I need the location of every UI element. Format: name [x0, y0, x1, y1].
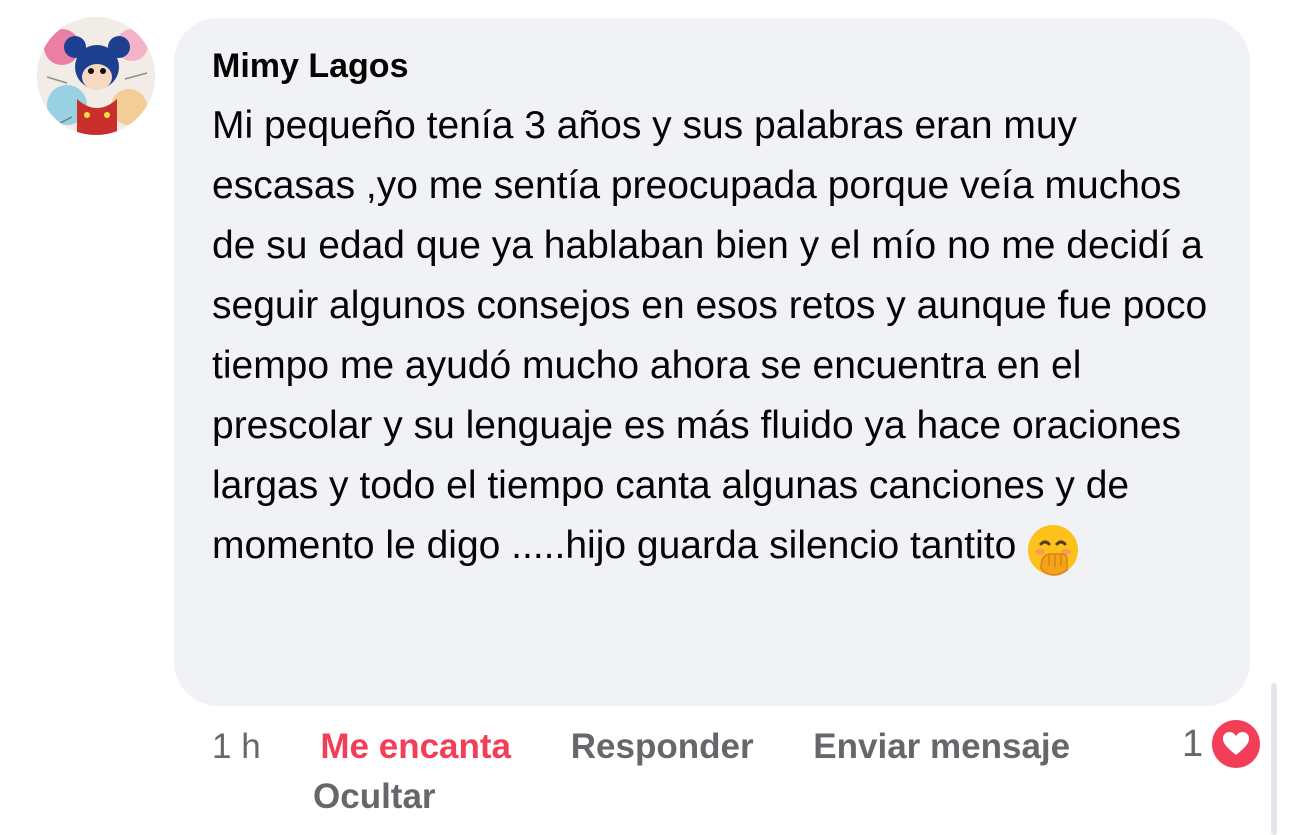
comment-bubble: Mimy Lagos Mi pequeño tenía 3 años y sus…: [174, 18, 1250, 706]
reaction-summary[interactable]: 1: [1182, 717, 1264, 771]
heart-icon: [1209, 717, 1264, 771]
comment-timestamp[interactable]: 1 h: [212, 722, 261, 772]
hand-over-mouth-emoji: [1027, 524, 1079, 576]
comment-text: Mi pequeño tenía 3 años y sus palabras e…: [212, 96, 1222, 576]
love-reaction-button[interactable]: Me encanta: [320, 722, 511, 772]
comment-actions: 1 h Me encanta Responder Enviar mensaje: [212, 722, 1142, 772]
scrollbar[interactable]: [1271, 683, 1277, 835]
comment-body: Mi pequeño tenía 3 años y sus palabras e…: [212, 104, 1208, 567]
avatar-image: [37, 17, 155, 135]
reaction-count: 1: [1182, 723, 1204, 765]
send-message-button[interactable]: Enviar mensaje: [813, 722, 1070, 772]
reply-button[interactable]: Responder: [571, 722, 754, 772]
comment-author[interactable]: Mimy Lagos: [212, 42, 1220, 90]
hide-button[interactable]: Ocultar: [313, 772, 436, 822]
avatar[interactable]: [37, 17, 155, 135]
